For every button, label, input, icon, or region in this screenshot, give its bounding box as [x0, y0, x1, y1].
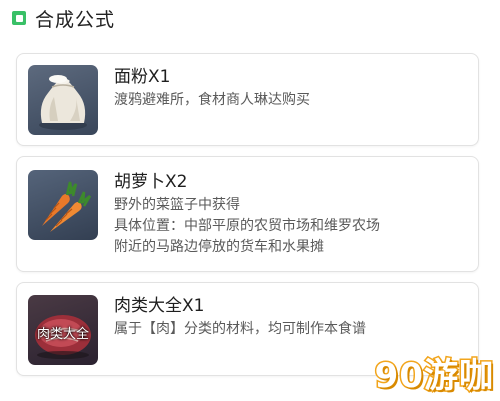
ingredient-info: 肉类大全X1 属于【肉】分类的材料，均可制作本食谱 — [114, 293, 470, 340]
carrot-icon — [28, 170, 98, 240]
ingredient-name: 肉类大全X1 — [114, 296, 205, 316]
ingredient-name: 胡萝卜X2 — [114, 172, 188, 192]
ingredient-card-flour[interactable]: 面粉X1 渡鸦避难所，食材商人琳达购买 — [16, 53, 479, 146]
ingredient-desc-line: 具体位置：中部平原的农贸市场和维罗农场 — [114, 218, 380, 234]
ingredient-desc-line: 渡鸦避难所，食材商人琳达购买 — [114, 92, 310, 108]
ingredient-name: 面粉X1 — [114, 67, 171, 87]
ingredient-info: 胡萝卜X2 野外的菜篮子中获得 具体位置：中部平原的农贸市场和维罗农场 附近的马… — [114, 169, 470, 258]
watermark-logo: 90游咖 — [373, 355, 494, 398]
ingredient-info: 面粉X1 渡鸦避难所，食材商人琳达购买 — [114, 64, 470, 111]
ingredient-desc-line: 附近的马路边停放的货车和水果摊 — [114, 239, 324, 255]
section-title: 合成公式 — [35, 8, 116, 31]
square-icon — [12, 11, 26, 25]
thumb-label: 肉类大全 — [36, 327, 89, 342]
ingredient-desc-line: 野外的菜篮子中获得 — [114, 197, 240, 213]
meat-icon: 肉类大全 — [28, 295, 98, 365]
flour-sack-icon — [28, 65, 98, 135]
ingredient-card-carrot[interactable]: 胡萝卜X2 野外的菜篮子中获得 具体位置：中部平原的农贸市场和维罗农场 附近的马… — [16, 156, 479, 272]
recipe-panel: 合成公式 面粉X1 渡鸦避难所，食材商人琳达购买 胡萝卜X2 野外的菜篮子中获得… — [0, 0, 500, 401]
section-header: 合成公式 — [12, 5, 115, 31]
ingredient-desc-line: 属于【肉】分类的材料，均可制作本食谱 — [114, 321, 366, 337]
